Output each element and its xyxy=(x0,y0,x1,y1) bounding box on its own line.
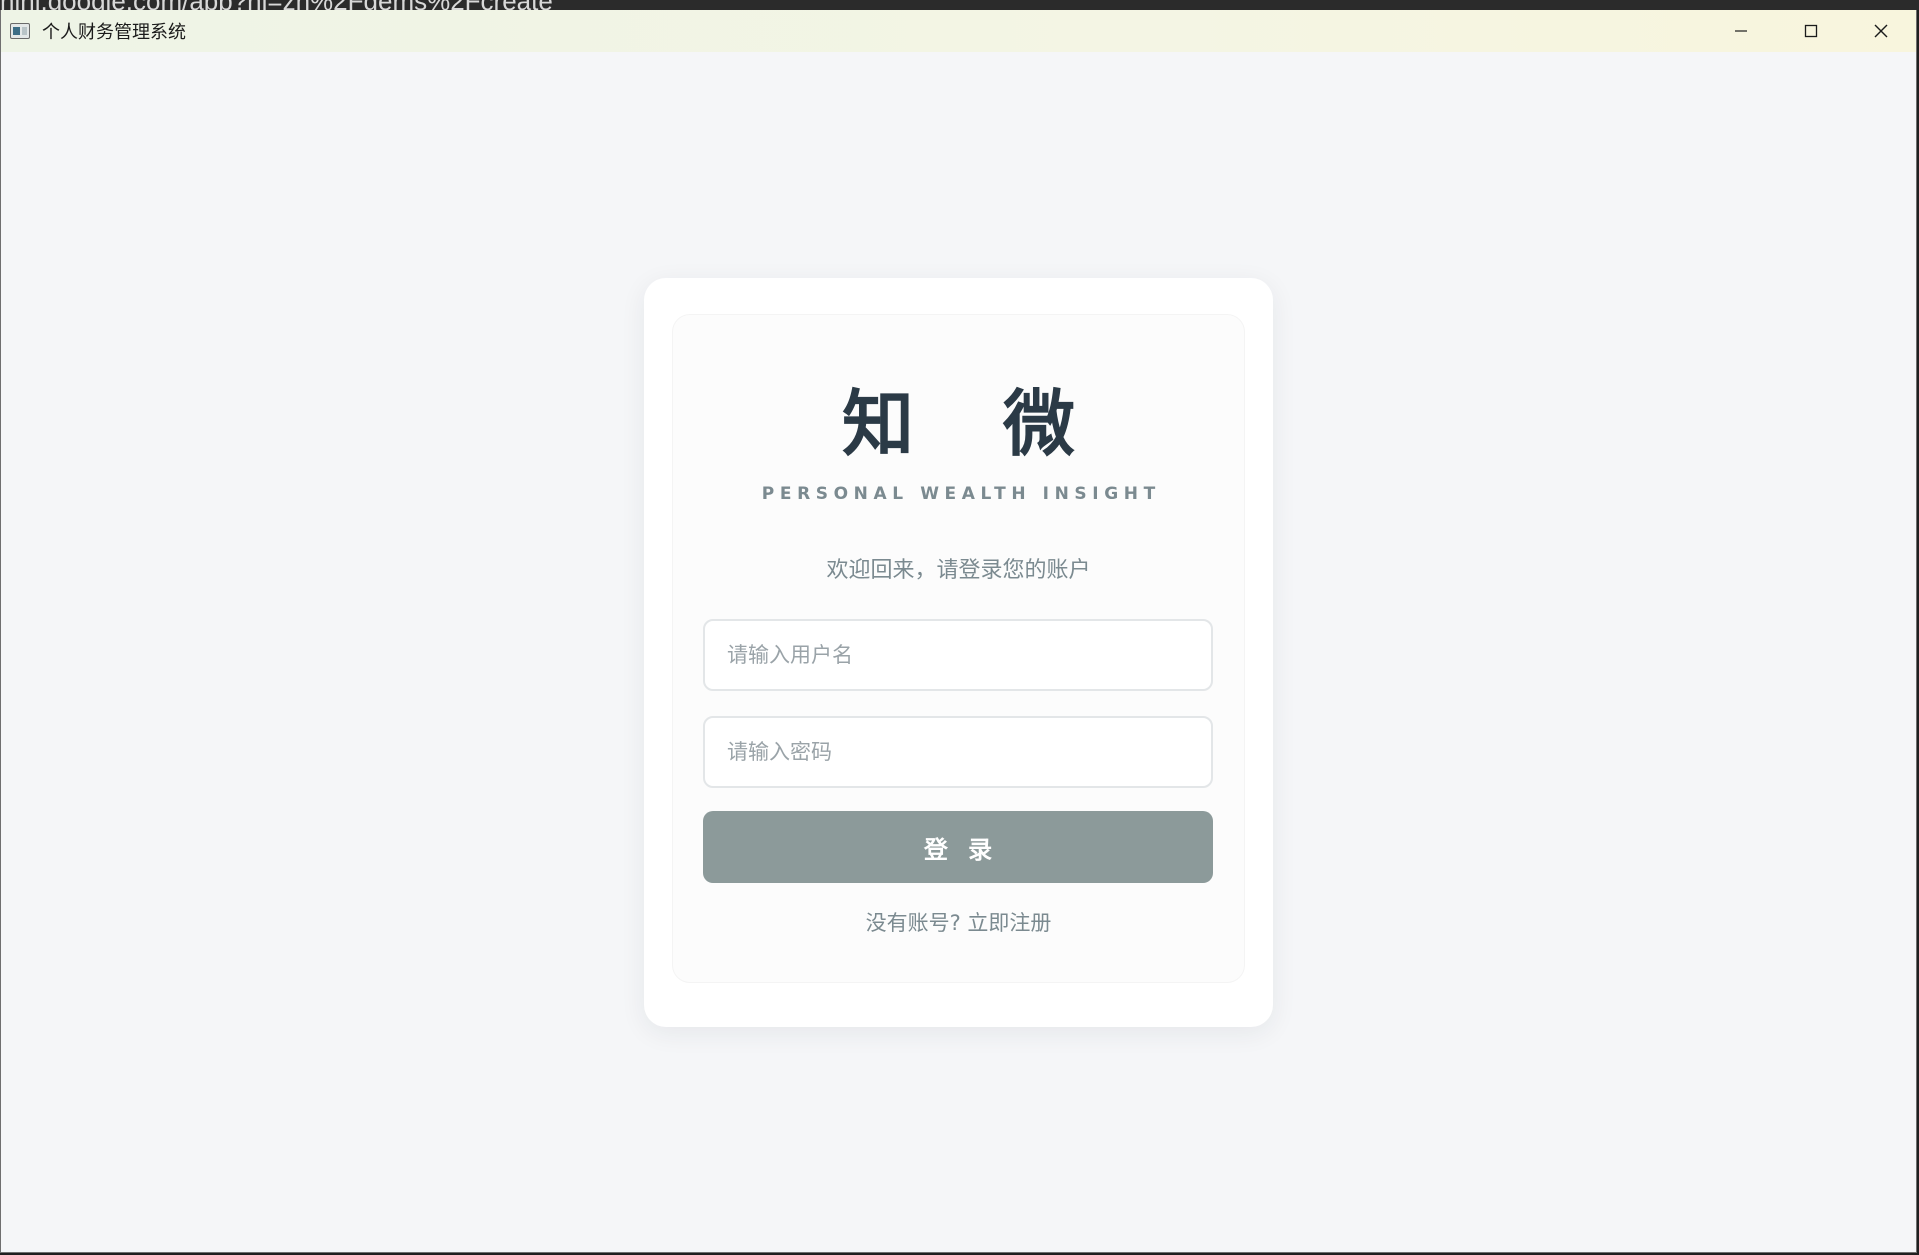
welcome-message: 欢迎回来，请登录您的账户 xyxy=(826,558,1091,583)
password-input[interactable] xyxy=(703,716,1213,788)
app-window: 个人财务管理系统 知 微 PERSONAL WEALTH INSIGHT 欢迎回… xyxy=(0,10,1917,1253)
brand-title: 知 微 xyxy=(841,382,1108,466)
window-title: 个人财务管理系统 xyxy=(42,22,186,43)
username-input[interactable] xyxy=(703,619,1213,691)
browser-url-strip: nini.google.com/app?hl=zh%2Fgems%2Fcreat… xyxy=(0,0,1919,10)
window-controls xyxy=(1706,10,1916,52)
register-link[interactable]: 没有账号? 立即注册 xyxy=(644,907,1273,937)
login-card: 知 微 PERSONAL WEALTH INSIGHT 欢迎回来，请登录您的账户… xyxy=(644,278,1273,1027)
app-icon xyxy=(10,23,30,39)
title-bar[interactable]: 个人财务管理系统 xyxy=(1,10,1916,52)
close-button[interactable] xyxy=(1846,10,1916,52)
maximize-button[interactable] xyxy=(1776,10,1846,52)
close-icon xyxy=(1874,24,1888,38)
url-text: nini.google.com/app?hl=zh%2Fgems%2Fcreat… xyxy=(0,0,553,10)
minimize-button[interactable] xyxy=(1706,10,1776,52)
brand-subtitle: PERSONAL WEALTH INSIGHT xyxy=(761,484,1161,504)
minimize-icon xyxy=(1735,30,1747,32)
login-button[interactable]: 登 录 xyxy=(703,811,1213,883)
maximize-icon xyxy=(1804,24,1818,38)
